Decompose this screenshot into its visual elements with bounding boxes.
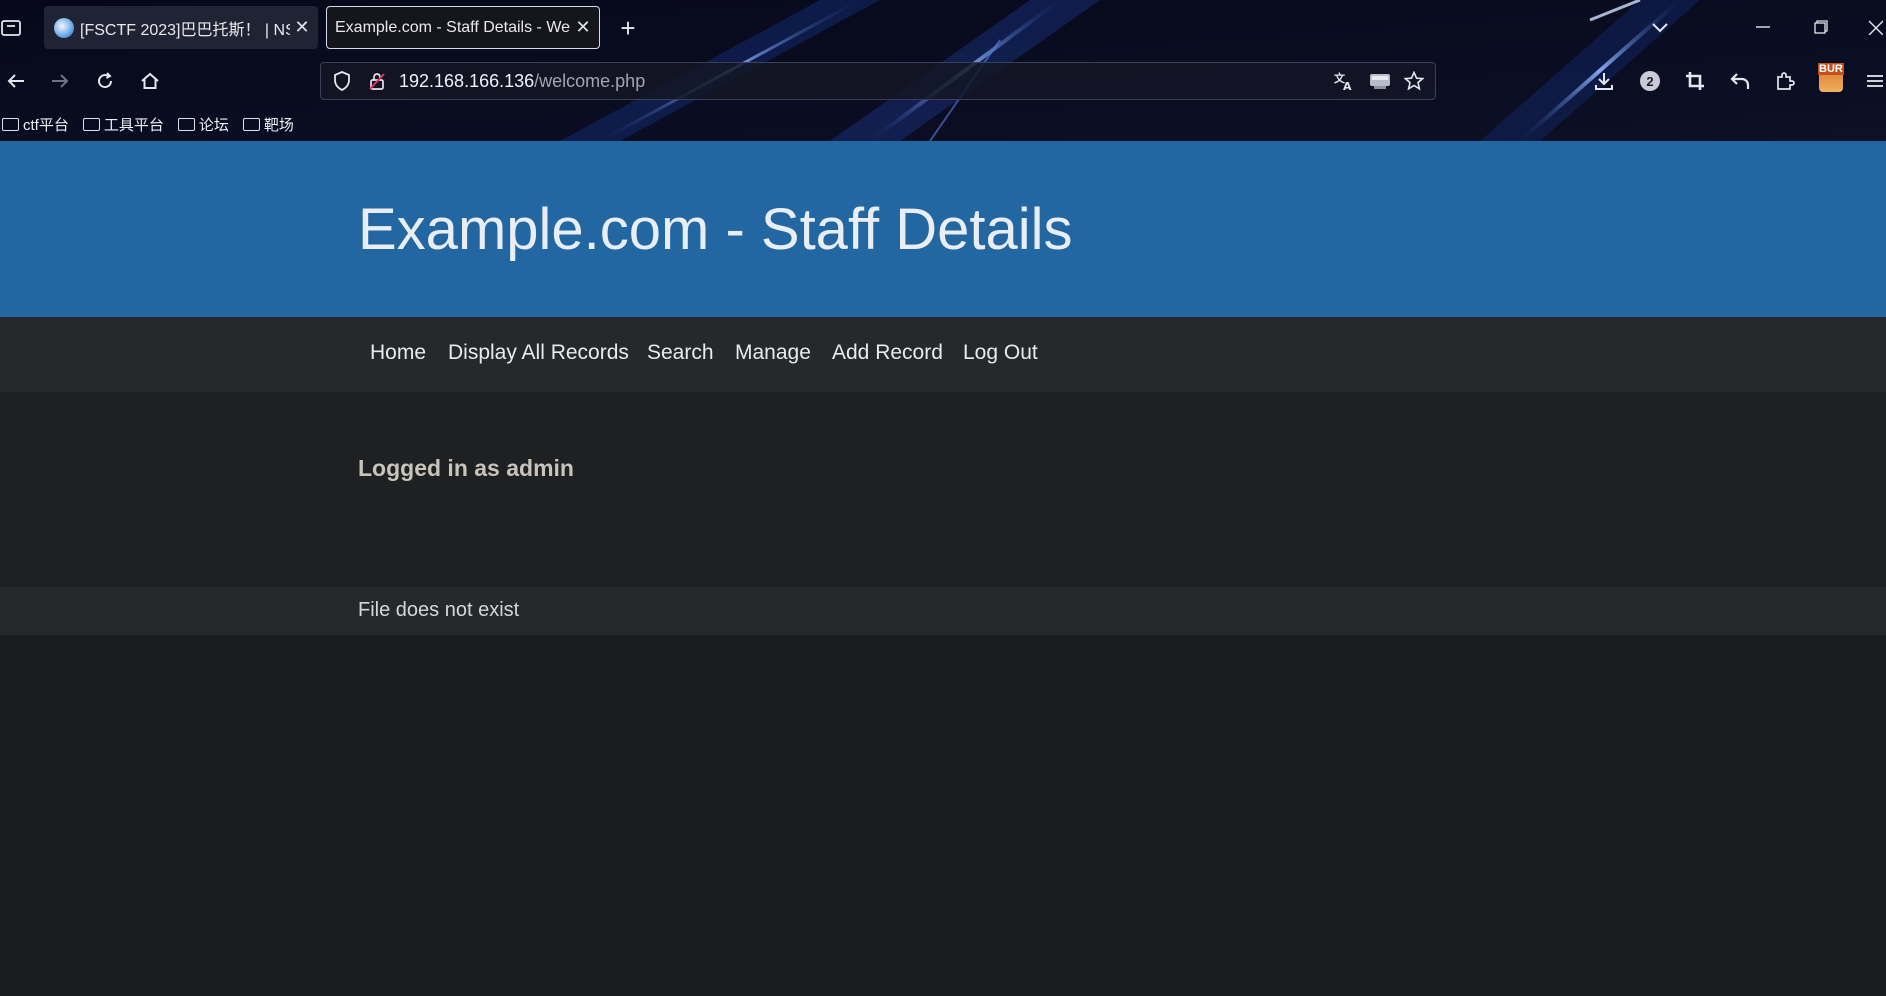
- undo-icon[interactable]: [1726, 67, 1754, 95]
- nav-link-add-record[interactable]: Add Record: [832, 341, 943, 365]
- browser-chrome: [FSCTF 2023]巴巴托斯！ | NS ✕ Example.com - S…: [0, 0, 1886, 141]
- reload-icon[interactable]: [91, 67, 119, 95]
- url-text[interactable]: 192.168.166.136/welcome.php: [399, 71, 645, 92]
- extension-badge-icon[interactable]: 2: [1636, 67, 1664, 95]
- bookmark-folder[interactable]: 论坛: [177, 114, 229, 135]
- tab-active[interactable]: Example.com - Staff Details - We ✕: [326, 6, 600, 49]
- drive-icon[interactable]: [1367, 68, 1393, 94]
- footer-message: File does not exist: [358, 599, 520, 621]
- tab-label: Example.com - Staff Details - We: [335, 18, 571, 36]
- home-icon[interactable]: [136, 67, 164, 95]
- bookmark-folder[interactable]: 工具平台: [82, 114, 164, 135]
- close-window-icon[interactable]: [1864, 14, 1886, 40]
- restore-icon[interactable]: [1808, 14, 1834, 40]
- minimize-icon[interactable]: [1750, 14, 1776, 40]
- folder-icon: [242, 118, 260, 131]
- web-page: Example.com - Staff Details Home Display…: [0, 141, 1886, 996]
- page-title: Example.com - Staff Details: [358, 197, 1073, 262]
- site-favicon-icon: [54, 17, 74, 38]
- tab-label: [FSCTF 2023]巴巴托斯！ | NS: [80, 21, 290, 39]
- nav-link-display-all-records[interactable]: Display All Records: [448, 341, 629, 365]
- tab-list-icon[interactable]: [1646, 14, 1674, 42]
- site-header: Example.com - Staff Details: [0, 141, 1886, 317]
- tab-inactive[interactable]: [FSCTF 2023]巴巴托斯！ | NS ✕: [44, 6, 318, 49]
- close-tab-icon[interactable]: ✕: [290, 17, 314, 38]
- lock-icon[interactable]: [367, 70, 387, 92]
- back-icon[interactable]: [2, 67, 30, 95]
- menu-icon[interactable]: [1862, 67, 1886, 95]
- extension-badge-count: 2: [1640, 71, 1660, 91]
- tab-bar: [FSCTF 2023]巴巴托斯！ | NS ✕ Example.com - S…: [0, 0, 1886, 55]
- address-bar[interactable]: 192.168.166.136/welcome.php 文A: [320, 62, 1436, 100]
- extensions-icon[interactable]: [1771, 67, 1799, 95]
- bookmark-folder[interactable]: 靶场: [242, 114, 294, 135]
- bookmark-folder[interactable]: ctf平台: [2, 114, 69, 135]
- tab-overview-icon[interactable]: [0, 14, 22, 40]
- nav-link-search[interactable]: Search: [647, 341, 714, 365]
- shield-icon[interactable]: [331, 70, 353, 92]
- logged-in-status: Logged in as admin: [358, 455, 574, 481]
- main-content: Logged in as admin: [0, 392, 1886, 587]
- folder-icon: [177, 118, 195, 131]
- profile-avatar-icon[interactable]: BUR: [1816, 62, 1846, 96]
- bookmarks-toolbar: ctf平台 工具平台 论坛 靶场: [0, 108, 1886, 141]
- nav-link-home[interactable]: Home: [370, 341, 426, 365]
- close-tab-icon[interactable]: ✕: [571, 17, 595, 38]
- svg-text:A: A: [1343, 80, 1352, 92]
- url-host: 192.168.166.136: [399, 70, 535, 91]
- nav-toolbar: 192.168.166.136/welcome.php 文A 2 BUR: [0, 55, 1886, 107]
- nav-link-log-out[interactable]: Log Out: [963, 341, 1038, 365]
- folder-icon: [82, 118, 100, 131]
- star-icon[interactable]: [1401, 68, 1427, 94]
- bookmark-label: 论坛: [198, 117, 229, 134]
- bookmark-label: 工具平台: [103, 117, 164, 134]
- nav-link-manage[interactable]: Manage: [735, 341, 811, 365]
- profile-badge-text: BUR: [1818, 63, 1844, 75]
- crop-icon[interactable]: [1681, 67, 1709, 95]
- folder-icon: [2, 118, 19, 131]
- bookmark-label: 靶场: [263, 117, 294, 134]
- url-path: /welcome.php: [534, 70, 646, 91]
- site-footer: File does not exist: [0, 587, 1886, 635]
- bookmark-label: ctf平台: [23, 117, 69, 134]
- site-nav: Home Display All Records Search Manage A…: [0, 317, 1886, 392]
- download-icon[interactable]: [1590, 67, 1618, 95]
- new-tab-icon[interactable]: +: [614, 13, 642, 43]
- forward-icon[interactable]: [46, 67, 74, 95]
- translate-icon[interactable]: 文A: [1331, 68, 1357, 94]
